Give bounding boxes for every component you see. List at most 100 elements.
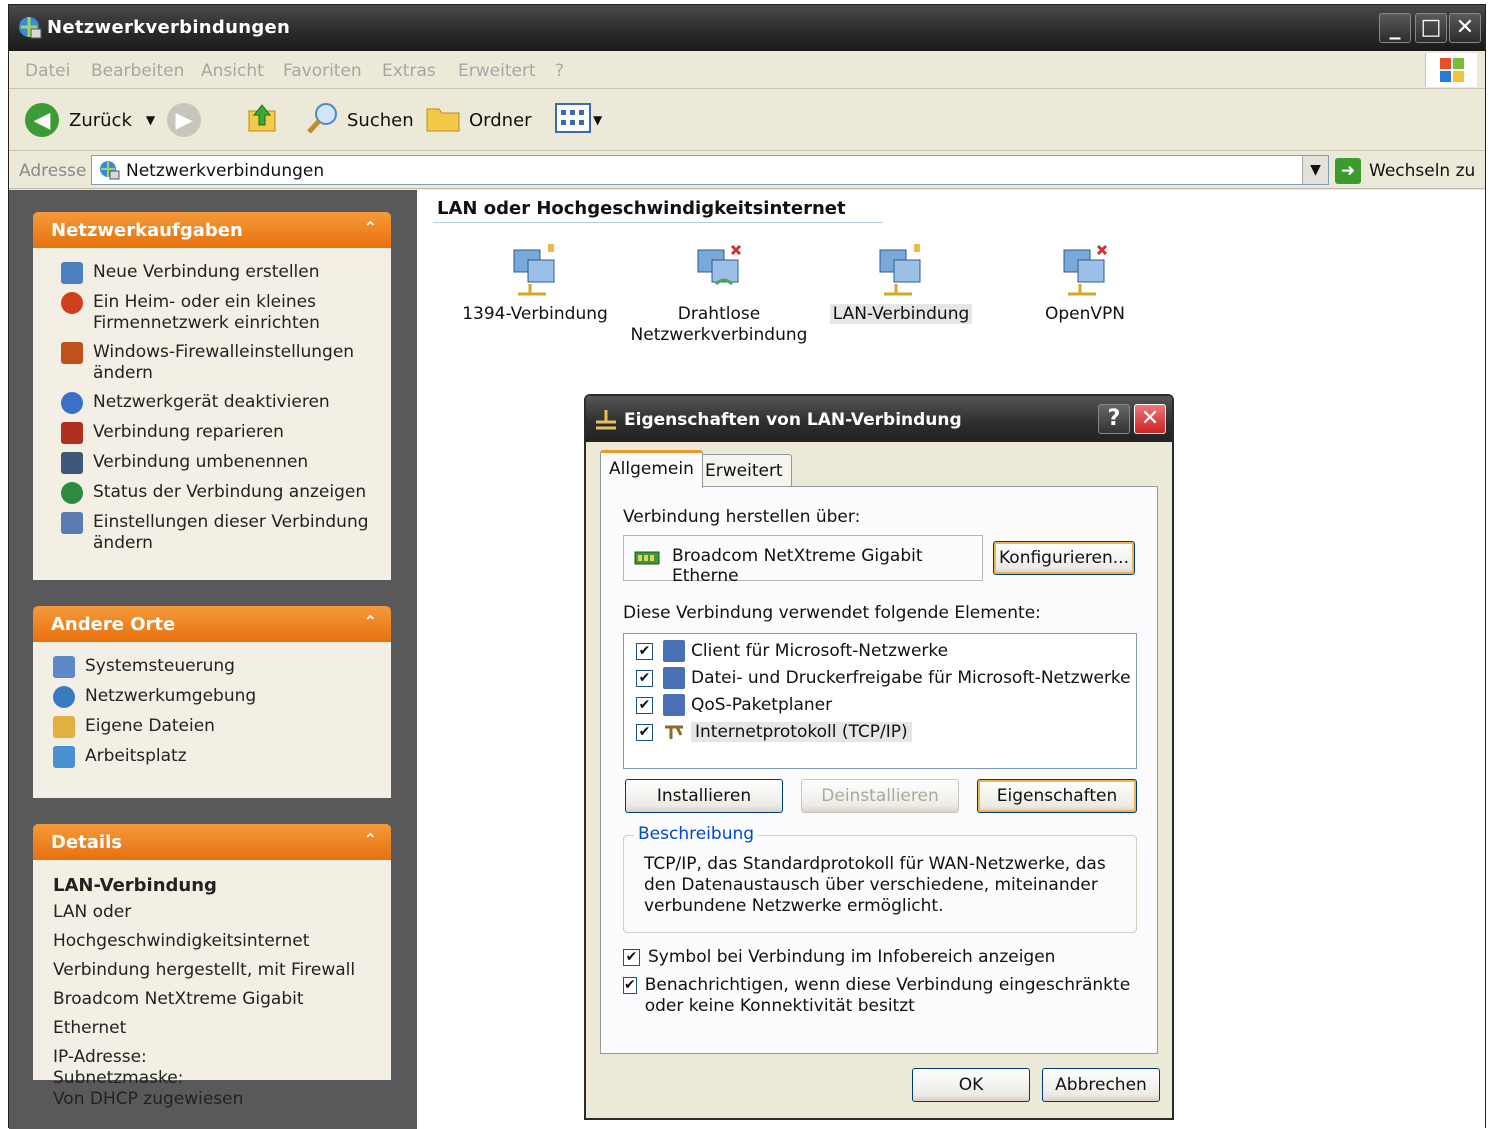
details-ip: IP-Adresse: xyxy=(53,1047,147,1067)
task-label: Ein Heim- oder ein kleines Firmennetzwer… xyxy=(93,292,320,333)
notify-checkbox[interactable]: ✔ xyxy=(623,977,637,994)
elements-list[interactable]: ✔ Client für Microsoft-Netzwerke ✔ Datei… xyxy=(623,633,1137,769)
connection-lan[interactable]: LAN-Verbindung xyxy=(811,240,991,325)
place-label: Eigene Dateien xyxy=(85,716,215,736)
description-text: TCP/IP, das Standardprotokoll für WAN-Ne… xyxy=(644,854,1106,916)
configure-button[interactable]: Konfigurieren... xyxy=(993,541,1135,575)
task-firewall-settings[interactable]: Windows-Firewalleinstellungen ändern xyxy=(61,342,379,384)
address-dropdown-icon[interactable]: ▼ xyxy=(1302,156,1328,184)
connection-label: LAN-Verbindung xyxy=(829,304,973,324)
status-icon xyxy=(61,482,83,504)
menu-help[interactable]: ? xyxy=(555,61,564,81)
collapse-icon[interactable]: ⌃ xyxy=(364,218,377,237)
menu-advanced[interactable]: Erweitert xyxy=(458,61,536,81)
tab-advanced[interactable]: Erweitert xyxy=(696,454,792,486)
help-button[interactable]: ? xyxy=(1098,404,1130,434)
connection-openvpn[interactable]: OpenVPN xyxy=(995,240,1175,325)
tray-icon-checkbox[interactable]: ✔ xyxy=(623,949,640,966)
network-tasks-header[interactable]: Netzwerkaufgaben ⌃ xyxy=(33,212,391,248)
collapse-icon[interactable]: ⌃ xyxy=(364,612,377,631)
menu-file[interactable]: Datei xyxy=(25,61,70,81)
back-dropdown-icon[interactable]: ▼ xyxy=(146,113,155,127)
task-repair-connection[interactable]: Verbindung reparieren xyxy=(61,422,379,444)
adapter-name: Broadcom NetXtreme Gigabit Etherne xyxy=(672,546,923,586)
details-header[interactable]: Details ⌃ xyxy=(33,824,391,860)
network-places-icon xyxy=(53,686,75,708)
task-home-network[interactable]: Ein Heim- oder ein kleines Firmennetzwer… xyxy=(61,292,379,334)
menu-bar: Datei Bearbeiten Ansicht Favoriten Extra… xyxy=(9,51,1485,89)
menu-favorites[interactable]: Favoriten xyxy=(283,61,362,81)
title-bar[interactable]: Netzwerkverbindungen _ □ ✕ xyxy=(9,5,1485,51)
place-network-places[interactable]: Netzwerkumgebung xyxy=(53,686,379,708)
place-my-computer[interactable]: Arbeitsplatz xyxy=(53,746,379,768)
collapse-icon[interactable]: ⌃ xyxy=(364,830,377,849)
properties-button[interactable]: Eigenschaften xyxy=(977,779,1137,813)
place-control-panel[interactable]: Systemsteuerung xyxy=(53,656,379,678)
my-documents-icon xyxy=(53,716,75,738)
element-label: Datei- und Druckerfreigabe für Microsoft… xyxy=(691,668,1131,688)
menu-edit[interactable]: Bearbeiten xyxy=(91,61,184,81)
dialog-close-button[interactable]: ✕ xyxy=(1134,404,1166,434)
close-button[interactable]: ✕ xyxy=(1449,13,1481,43)
client-icon xyxy=(663,640,685,662)
other-places-panel: Andere Orte ⌃ Systemsteuerung Netzwerkum… xyxy=(33,606,391,798)
tray-icon-option[interactable]: ✔ Symbol bei Verbindung im Infobereich a… xyxy=(623,947,1055,968)
search-button[interactable]: Suchen xyxy=(305,102,414,137)
cancel-button[interactable]: Abbrechen xyxy=(1042,1068,1160,1102)
new-connection-icon xyxy=(61,262,83,284)
dialog-title-bar[interactable]: Eigenschaften von LAN-Verbindung ? ✕ xyxy=(586,396,1172,442)
forward-button[interactable]: ▶ xyxy=(167,103,201,137)
install-button[interactable]: Installieren xyxy=(625,779,783,813)
panel-title: Details xyxy=(51,832,122,853)
list-item[interactable]: ✔ Client für Microsoft-Netzwerke xyxy=(636,638,948,664)
maximize-button[interactable]: □ xyxy=(1415,13,1447,43)
element-label: QoS-Paketplaner xyxy=(691,695,833,715)
up-folder-button[interactable] xyxy=(245,103,281,137)
go-button[interactable]: ➜ Wechseln zu xyxy=(1335,157,1475,185)
element-checkbox[interactable]: ✔ xyxy=(636,723,653,741)
go-label: Wechseln zu xyxy=(1369,161,1476,181)
task-disable-device[interactable]: Netzwerkgerät deaktivieren xyxy=(61,392,379,414)
task-new-connection[interactable]: Neue Verbindung erstellen xyxy=(61,262,379,284)
element-checkbox[interactable]: ✔ xyxy=(636,696,653,714)
place-my-documents[interactable]: Eigene Dateien xyxy=(53,716,379,738)
address-label: Adresse xyxy=(19,161,87,181)
my-computer-icon xyxy=(53,746,75,768)
other-places-list: Systemsteuerung Netzwerkumgebung Eigene … xyxy=(33,642,391,798)
menu-extras[interactable]: Extras xyxy=(382,61,436,81)
service-icon xyxy=(663,694,685,716)
notify-option[interactable]: ✔ Benachrichtigen, wenn diese Verbindung… xyxy=(623,975,1143,1017)
rename-icon xyxy=(61,452,83,474)
list-item[interactable]: ✔ Internetprotokoll (TCP/IP) xyxy=(636,719,912,745)
other-places-header[interactable]: Andere Orte ⌃ xyxy=(33,606,391,642)
details-type: LAN oder Hochgeschwindigkeitsinternet xyxy=(53,902,310,951)
task-change-settings[interactable]: Einstellungen dieser Verbindung ändern xyxy=(61,512,379,554)
windows-logo-icon xyxy=(1425,53,1477,87)
task-label: Einstellungen dieser Verbindung ändern xyxy=(93,512,369,553)
uninstall-button[interactable]: Deinstallieren xyxy=(801,779,959,813)
element-checkbox[interactable]: ✔ xyxy=(636,669,653,687)
back-arrow-icon: ◀ xyxy=(25,103,59,137)
menu-view[interactable]: Ansicht xyxy=(201,61,264,81)
element-checkbox[interactable]: ✔ xyxy=(636,642,653,660)
task-view-status[interactable]: Status der Verbindung anzeigen xyxy=(61,482,379,504)
address-field[interactable]: Netzwerkverbindungen ▼ xyxy=(91,155,1329,185)
list-item[interactable]: ✔ Datei- und Druckerfreigabe für Microso… xyxy=(636,665,1131,691)
views-button[interactable]: ▼ xyxy=(555,102,602,137)
notify-label: Benachrichtigen, wenn diese Verbindung e… xyxy=(644,975,1131,1016)
window-title: Netzwerkverbindungen xyxy=(47,17,291,38)
connection-wireless[interactable]: Drahtlose Netzwerkverbindung xyxy=(629,240,809,346)
connection-1394[interactable]: 1394-Verbindung xyxy=(445,240,625,325)
list-item[interactable]: ✔ QoS-Paketplaner xyxy=(636,692,832,718)
home-network-icon xyxy=(61,292,83,314)
place-label: Systemsteuerung xyxy=(85,656,235,676)
folders-button[interactable]: Ordner xyxy=(425,103,532,137)
tab-general[interactable]: Allgemein xyxy=(600,450,703,488)
forward-arrow-icon: ▶ xyxy=(167,103,201,137)
back-button[interactable]: ◀ Zurück ▼ xyxy=(25,103,155,137)
connection-icon xyxy=(594,408,618,435)
ok-button[interactable]: OK xyxy=(912,1068,1030,1102)
wireless-connection-icon xyxy=(692,240,746,298)
minimize-button[interactable]: _ xyxy=(1379,13,1411,43)
task-rename-connection[interactable]: Verbindung umbenennen xyxy=(61,452,379,474)
